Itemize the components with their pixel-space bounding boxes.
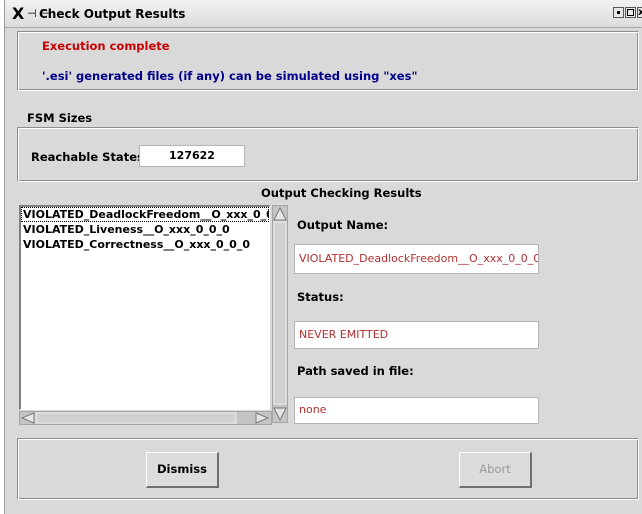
check-output-results-window: X ⊣ ⊢ Check Output Results x Execution c…	[4, 0, 642, 514]
status-message: Execution complete	[42, 39, 170, 53]
list-item[interactable]: VIOLATED_Liveness__O_xxx_0_0_0	[21, 222, 269, 237]
hint-message: '.esi' generated files (if any) can be s…	[42, 69, 418, 83]
output-name-field[interactable]: VIOLATED_DeadlockFreedom__O_xxx_0_0_0	[294, 244, 539, 274]
window-title: Check Output Results	[39, 7, 186, 21]
fsm-sizes-panel: Reachable States	[17, 127, 639, 182]
scroll-left-arrow-icon[interactable]	[20, 412, 35, 424]
status-field[interactable]: NEVER EMITTED	[294, 321, 539, 349]
vertical-scrollbar[interactable]	[272, 205, 288, 423]
path-saved-label: Path saved in file:	[297, 364, 414, 378]
output-name-label: Output Name:	[297, 218, 389, 232]
scroll-right-arrow-icon[interactable]	[255, 412, 270, 424]
horizontal-scrollbar[interactable]	[19, 411, 272, 425]
status-label: Status:	[297, 290, 344, 304]
scroll-down-arrow-icon[interactable]	[273, 407, 287, 422]
button-panel	[17, 438, 639, 500]
list-item[interactable]: VIOLATED_DeadlockFreedom__O_xxx_0_0_0	[21, 207, 269, 222]
reachable-states-field: 127622	[139, 145, 245, 167]
abort-button[interactable]: Abort	[459, 452, 532, 488]
scroll-up-arrow-icon[interactable]	[273, 206, 287, 221]
output-checking-results-heading: Output Checking Results	[261, 186, 422, 200]
title-bar[interactable]: X ⊣ ⊢ Check Output Results x	[5, 0, 642, 28]
maximize-icon[interactable]	[625, 7, 636, 18]
vertical-scroll-thumb[interactable]	[273, 221, 287, 405]
dismiss-button[interactable]: Dismiss	[146, 452, 219, 488]
reachable-states-label: Reachable States	[31, 150, 144, 164]
path-saved-field[interactable]: none	[294, 397, 539, 424]
horizontal-scroll-thumb[interactable]	[35, 412, 237, 424]
close-icon[interactable]: x	[637, 7, 642, 18]
messages-panel: Execution complete '.esi' generated file…	[17, 31, 639, 91]
minimize-icon[interactable]	[613, 7, 624, 18]
x-logo-icon[interactable]: X	[12, 4, 24, 23]
list-item[interactable]: VIOLATED_Correctness__O_xxx_0_0_0	[21, 237, 269, 252]
results-listbox[interactable]: VIOLATED_DeadlockFreedom__O_xxx_0_0_0 VI…	[19, 205, 270, 410]
fsm-sizes-label: FSM Sizes	[27, 111, 93, 125]
